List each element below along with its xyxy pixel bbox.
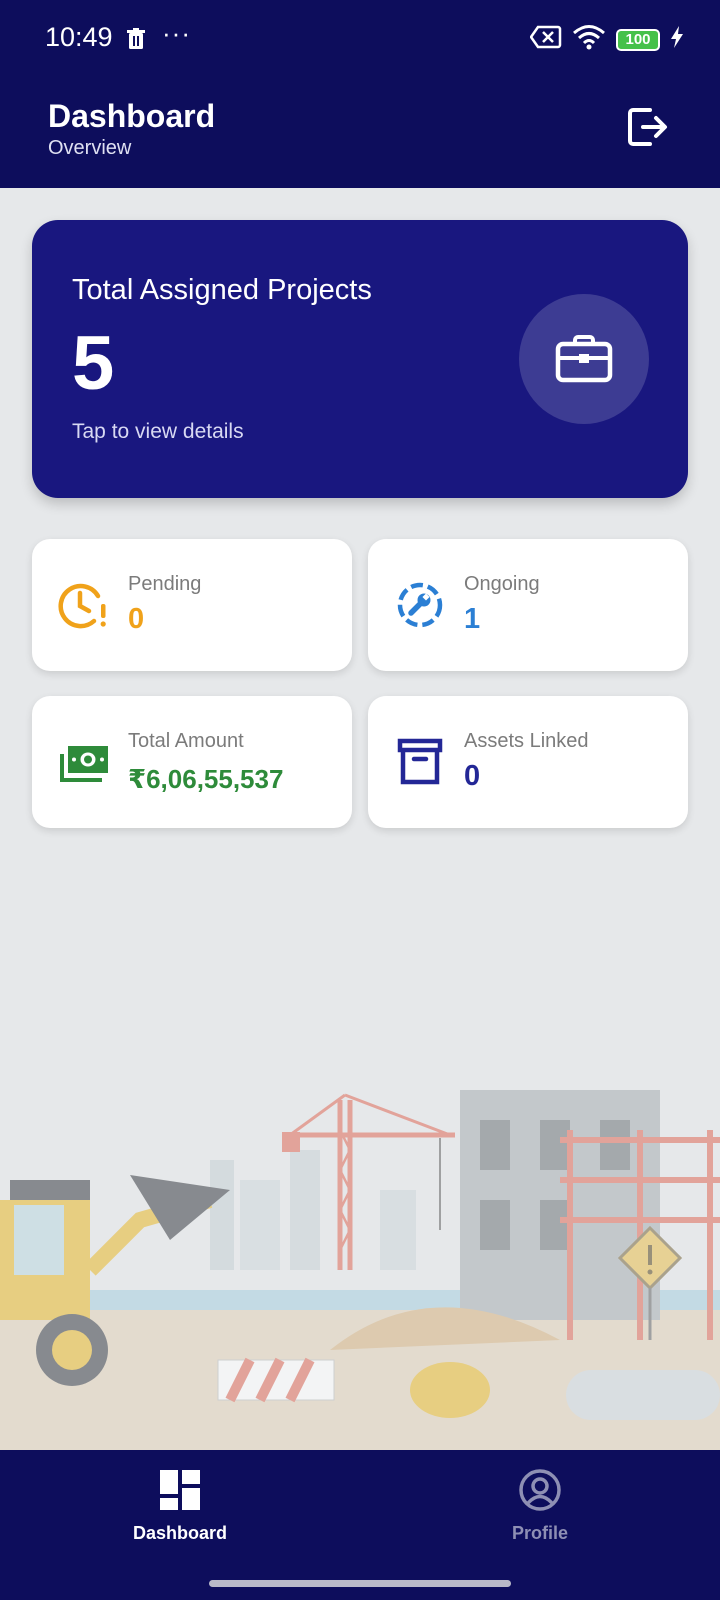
ongoing-wrench-icon bbox=[394, 579, 446, 631]
total-amount-label: Total Amount bbox=[128, 730, 244, 752]
page-subtitle: Overview bbox=[48, 137, 132, 159]
wifi-icon bbox=[572, 24, 606, 55]
assets-linked-card[interactable]: Assets Linked 0 bbox=[368, 696, 688, 828]
app-header: 10:49 ··· 100 Dashboard Overview bbox=[0, 0, 720, 188]
status-time: 10:49 bbox=[45, 22, 113, 52]
more-notifications-icon: ··· bbox=[162, 18, 191, 48]
status-icons: 100 bbox=[529, 24, 684, 55]
briefcase-icon bbox=[555, 335, 613, 383]
charging-icon bbox=[670, 26, 684, 53]
dashboard-grid-icon bbox=[160, 1470, 200, 1510]
assets-linked-label: Assets Linked bbox=[464, 730, 589, 752]
logout-button[interactable] bbox=[624, 104, 670, 150]
total-projects-value: 5 bbox=[72, 321, 115, 406]
logout-icon bbox=[628, 108, 667, 146]
bottom-navigation: Dashboard Profile bbox=[0, 1450, 720, 1600]
page-title: Dashboard bbox=[48, 98, 216, 134]
pending-clock-icon bbox=[58, 579, 110, 631]
pending-value: 0 bbox=[128, 603, 145, 635]
pending-label: Pending bbox=[128, 573, 202, 595]
profile-user-icon bbox=[519, 1469, 561, 1511]
total-amount-card[interactable]: Total Amount ₹6,06,55,537 bbox=[32, 696, 352, 828]
home-indicator[interactable] bbox=[209, 1580, 511, 1587]
archive-box-icon bbox=[394, 736, 446, 788]
ongoing-label: Ongoing bbox=[464, 573, 540, 595]
nav-profile-label: Profile bbox=[511, 1523, 568, 1543]
nav-profile[interactable]: Profile bbox=[440, 1468, 640, 1544]
total-projects-title: Total Assigned Projects bbox=[72, 274, 372, 306]
total-amount-value: ₹6,06,55,537 bbox=[128, 764, 284, 794]
status-bar: 10:49 ··· 100 bbox=[0, 0, 720, 80]
data-off-icon bbox=[529, 24, 562, 55]
trash-icon bbox=[126, 27, 146, 56]
construction-background-illustration bbox=[0, 1040, 720, 1450]
nav-dashboard-label: Dashboard bbox=[132, 1523, 228, 1543]
briefcase-icon-badge bbox=[519, 294, 649, 424]
view-details-hint: Tap to view details bbox=[72, 420, 244, 443]
ongoing-value: 1 bbox=[464, 603, 481, 635]
assets-linked-value: 0 bbox=[464, 760, 481, 792]
nav-dashboard[interactable]: Dashboard bbox=[80, 1468, 280, 1544]
money-icon bbox=[58, 736, 110, 788]
ongoing-card[interactable]: Ongoing 1 bbox=[368, 539, 688, 671]
battery-indicator: 100 bbox=[616, 28, 660, 51]
pending-card[interactable]: Pending 0 bbox=[32, 539, 352, 671]
total-projects-card[interactable]: Total Assigned Projects 5 Tap to view de… bbox=[32, 220, 688, 498]
